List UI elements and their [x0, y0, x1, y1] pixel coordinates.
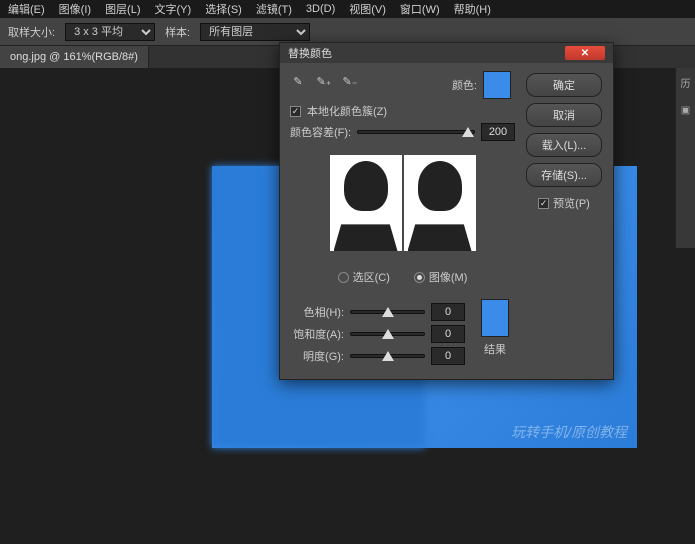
saturation-value[interactable]: 0 [431, 325, 465, 343]
preview-label: 预览(P) [553, 195, 590, 211]
replace-color-dialog: 替换颜色 ✕ ✎ ✎₊ ✎₋ 颜色: 本地化颜色簇(Z) 颜色容差(F): [279, 42, 614, 380]
hue-slider[interactable] [350, 310, 425, 314]
sample-size-label: 取样大小: [8, 24, 55, 40]
preview-thumb[interactable] [330, 155, 402, 251]
sample-label: 样本: [165, 24, 190, 40]
preview-thumbnails [290, 155, 515, 251]
localized-label: 本地化颜色簇(Z) [307, 103, 387, 119]
saturation-label: 饱和度(A): [290, 326, 344, 342]
menu-item[interactable]: 帮助(H) [454, 1, 491, 17]
hue-value[interactable]: 0 [431, 303, 465, 321]
result-label: 结果 [475, 341, 515, 357]
lightness-slider[interactable] [350, 354, 425, 358]
color-label: 颜色: [452, 77, 477, 93]
lightness-value[interactable]: 0 [431, 347, 465, 365]
result-color-swatch[interactable] [481, 299, 509, 337]
selection-radio[interactable]: 选区(C) [338, 269, 390, 285]
fuzziness-label: 颜色容差(F): [290, 124, 351, 140]
fuzziness-slider[interactable] [357, 130, 475, 134]
close-icon[interactable]: ✕ [565, 46, 605, 60]
eyedropper-plus-icon[interactable]: ✎₊ [316, 73, 332, 89]
sample-layers-select[interactable]: 所有图层 [200, 23, 310, 41]
dialog-title: 替换颜色 [288, 45, 332, 61]
preview-thumb[interactable] [404, 155, 476, 251]
preview-checkbox[interactable] [538, 198, 549, 209]
menu-item[interactable]: 选择(S) [205, 1, 242, 17]
menu-item[interactable]: 窗口(W) [400, 1, 440, 17]
panel-icon[interactable]: ▣ [676, 96, 695, 124]
eyedropper-minus-icon[interactable]: ✎₋ [342, 73, 358, 89]
menu-item[interactable]: 3D(D) [306, 3, 335, 15]
image-radio[interactable]: 图像(M) [414, 269, 468, 285]
eyedropper-toolbar: ✎ ✎₊ ✎₋ [290, 73, 358, 89]
save-button[interactable]: 存储(S)... [526, 163, 602, 187]
menu-item[interactable]: 滤镜(T) [256, 1, 292, 17]
sample-size-select[interactable]: 3 x 3 平均 [65, 23, 155, 41]
document-tab[interactable]: ong.jpg @ 161%(RGB/8#) [0, 46, 149, 68]
ok-button[interactable]: 确定 [526, 73, 602, 97]
menu-item[interactable]: 文字(Y) [155, 1, 192, 17]
localized-checkbox[interactable] [290, 106, 301, 117]
eyedropper-icon[interactable]: ✎ [290, 73, 306, 89]
fuzziness-value[interactable]: 200 [481, 123, 515, 141]
panel-tab[interactable]: 历 [676, 68, 695, 96]
lightness-label: 明度(G): [290, 348, 344, 364]
dialog-titlebar[interactable]: 替换颜色 ✕ [280, 43, 613, 63]
app-menubar[interactable]: 编辑(E) 图像(I) 图层(L) 文字(Y) 选择(S) 滤镜(T) 3D(D… [0, 0, 695, 18]
saturation-slider[interactable] [350, 332, 425, 336]
menu-item[interactable]: 图像(I) [59, 1, 91, 17]
load-button[interactable]: 载入(L)... [526, 133, 602, 157]
cancel-button[interactable]: 取消 [526, 103, 602, 127]
menu-item[interactable]: 编辑(E) [8, 1, 45, 17]
hue-label: 色相(H): [290, 304, 344, 320]
watermark-text: 玩转手机/原创教程 [511, 422, 627, 442]
right-panel-tabs[interactable]: 历 ▣ [675, 68, 695, 248]
menu-item[interactable]: 图层(L) [105, 1, 140, 17]
source-color-swatch[interactable] [483, 71, 511, 99]
menu-item[interactable]: 视图(V) [349, 1, 386, 17]
